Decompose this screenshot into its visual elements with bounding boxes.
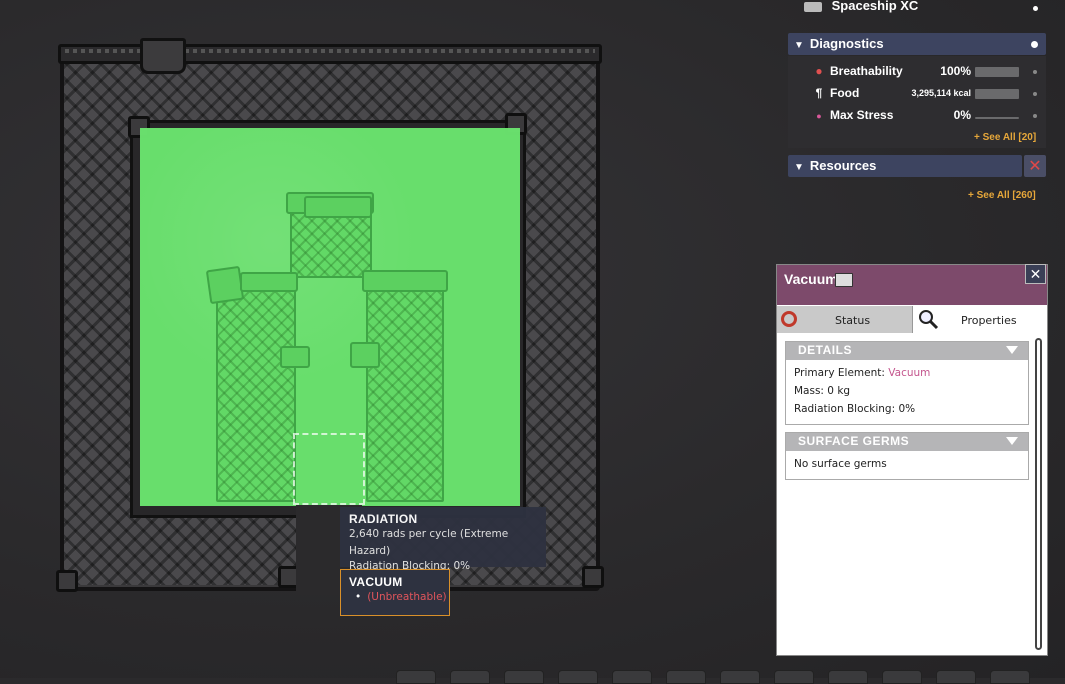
toolbar-button[interactable] [396, 670, 436, 684]
toolbar-button[interactable] [882, 670, 922, 684]
collapse-triangle-icon: ▼ [794, 162, 804, 173]
toolbar-button[interactable] [666, 670, 706, 684]
stress-icon: ● [816, 111, 822, 121]
toolbar-button[interactable] [504, 670, 544, 684]
toolbar-button[interactable] [558, 670, 598, 684]
surface-germs-card-header[interactable]: SURFACE GERMS [786, 433, 1028, 451]
lungs-icon: ● [815, 64, 823, 78]
collapse-triangle-icon: ▼ [794, 40, 804, 51]
diagnostics-header[interactable]: ▼ Diagnostics [788, 33, 1046, 55]
diagnostic-value: 100% [940, 64, 971, 78]
toolbar-button[interactable] [774, 670, 814, 684]
diagnostic-value: 0% [953, 108, 971, 122]
tooltip-radiation-title: RADIATION [349, 512, 418, 526]
resources-title: Resources [809, 158, 877, 173]
castle-battlement [362, 270, 448, 292]
tooltip-radiation-rate: 2,640 rads per cycle (Extreme Hazard) [349, 528, 509, 557]
status-ring-icon [781, 311, 797, 327]
castle-left-wall [216, 276, 296, 502]
details-card-header[interactable]: DETAILS [786, 342, 1028, 360]
diagnostic-bar [975, 89, 1019, 99]
ship-icon [804, 1, 822, 12]
tab-properties-label: Properties [961, 314, 1017, 327]
toolbar-button[interactable] [612, 670, 652, 684]
toolbar-button[interactable] [828, 670, 868, 684]
diagnostic-label: Breathability [830, 64, 903, 78]
diagnostic-breathability[interactable]: ● Breathability 100% [808, 62, 1043, 82]
codex-book-icon[interactable] [835, 273, 853, 287]
castle-block [280, 346, 310, 368]
diagnostic-bar [975, 117, 1019, 119]
resources-header[interactable]: ▼ Resources [788, 155, 1022, 177]
castle-right-wall [366, 276, 444, 502]
diagnostics-title: Diagnostics [809, 36, 884, 51]
status-dot [1033, 6, 1038, 11]
toolbar-button[interactable] [720, 670, 760, 684]
corner-bolt [582, 566, 604, 588]
status-dot [1033, 70, 1037, 74]
diagnostic-label: Max Stress [830, 108, 894, 122]
tooltip-vacuum-title: VACUUM [349, 575, 403, 589]
primary-element-link[interactable]: Vacuum [888, 367, 930, 379]
element-detail-panel: Vacuum Status Properties DETAILS Primary… [776, 264, 1048, 656]
collapse-caret-icon [1006, 346, 1018, 354]
collapse-caret-icon [1006, 437, 1018, 445]
hover-tooltip-element: VACUUM • (Unbreathable) [340, 569, 450, 616]
surface-germs-body: No surface germs [794, 458, 887, 470]
details-card-body: Primary Element: Vacuum Mass: 0 kg Radia… [786, 360, 1028, 424]
fork-knife-icon: ¶ [815, 86, 823, 100]
castle-corner-block [205, 265, 245, 305]
castle-block [350, 342, 380, 368]
tab-status[interactable]: Status [777, 306, 913, 333]
radiation-blocking-row: Radiation Blocking: 0% [794, 403, 916, 415]
detail-scrollbar[interactable] [1035, 338, 1042, 650]
selection-cursor[interactable] [293, 433, 365, 505]
detail-title: Vacuum [784, 271, 838, 287]
status-dot [1033, 92, 1037, 96]
ship-name-row[interactable]: Spaceship XC [788, 0, 1046, 20]
tab-properties[interactable]: Properties [913, 306, 1047, 333]
top-clamp [140, 38, 186, 74]
resources-see-all-link[interactable]: + See All [260] [968, 190, 1036, 201]
detail-header: Vacuum [777, 265, 1047, 305]
diagnostic-bar [975, 67, 1019, 77]
hover-tooltip: RADIATION 2,640 rads per cycle (Extreme … [340, 507, 546, 572]
diagnostic-label: Food [830, 86, 860, 100]
corner-bolt [56, 570, 78, 592]
diagnostic-value: 3,295,114 kcal [911, 88, 971, 98]
detail-close-button[interactable]: ✕ [1025, 264, 1046, 284]
toolbar-button[interactable] [450, 670, 490, 684]
ship-name: Spaceship XC [831, 0, 919, 13]
diagnostic-stress[interactable]: ● Max Stress 0% [808, 106, 1043, 126]
diagnostics-see-all-link[interactable]: + See All [20] [974, 132, 1036, 143]
status-dot [1031, 41, 1038, 48]
resources-close-icon[interactable]: ✕ [1024, 155, 1046, 177]
toolbar-button[interactable] [936, 670, 976, 684]
status-dot [1033, 114, 1037, 118]
mass-row: Mass: 0 kg [794, 385, 851, 397]
castle-battlement [304, 196, 372, 218]
tab-status-label: Status [835, 314, 871, 327]
magnifier-icon [919, 310, 939, 330]
tooltip-vacuum-bullet: • (Unbreathable) [355, 591, 447, 603]
toolbar-button[interactable] [990, 670, 1030, 684]
surface-germs-card: SURFACE GERMS No surface germs [785, 432, 1029, 480]
primary-element-row: Primary Element: Vacuum [794, 367, 931, 379]
castle-battlement [240, 272, 298, 292]
diagnostic-food[interactable]: ¶ Food 3,295,114 kcal [808, 84, 1043, 104]
details-card: DETAILS Primary Element: Vacuum Mass: 0 … [785, 341, 1029, 425]
